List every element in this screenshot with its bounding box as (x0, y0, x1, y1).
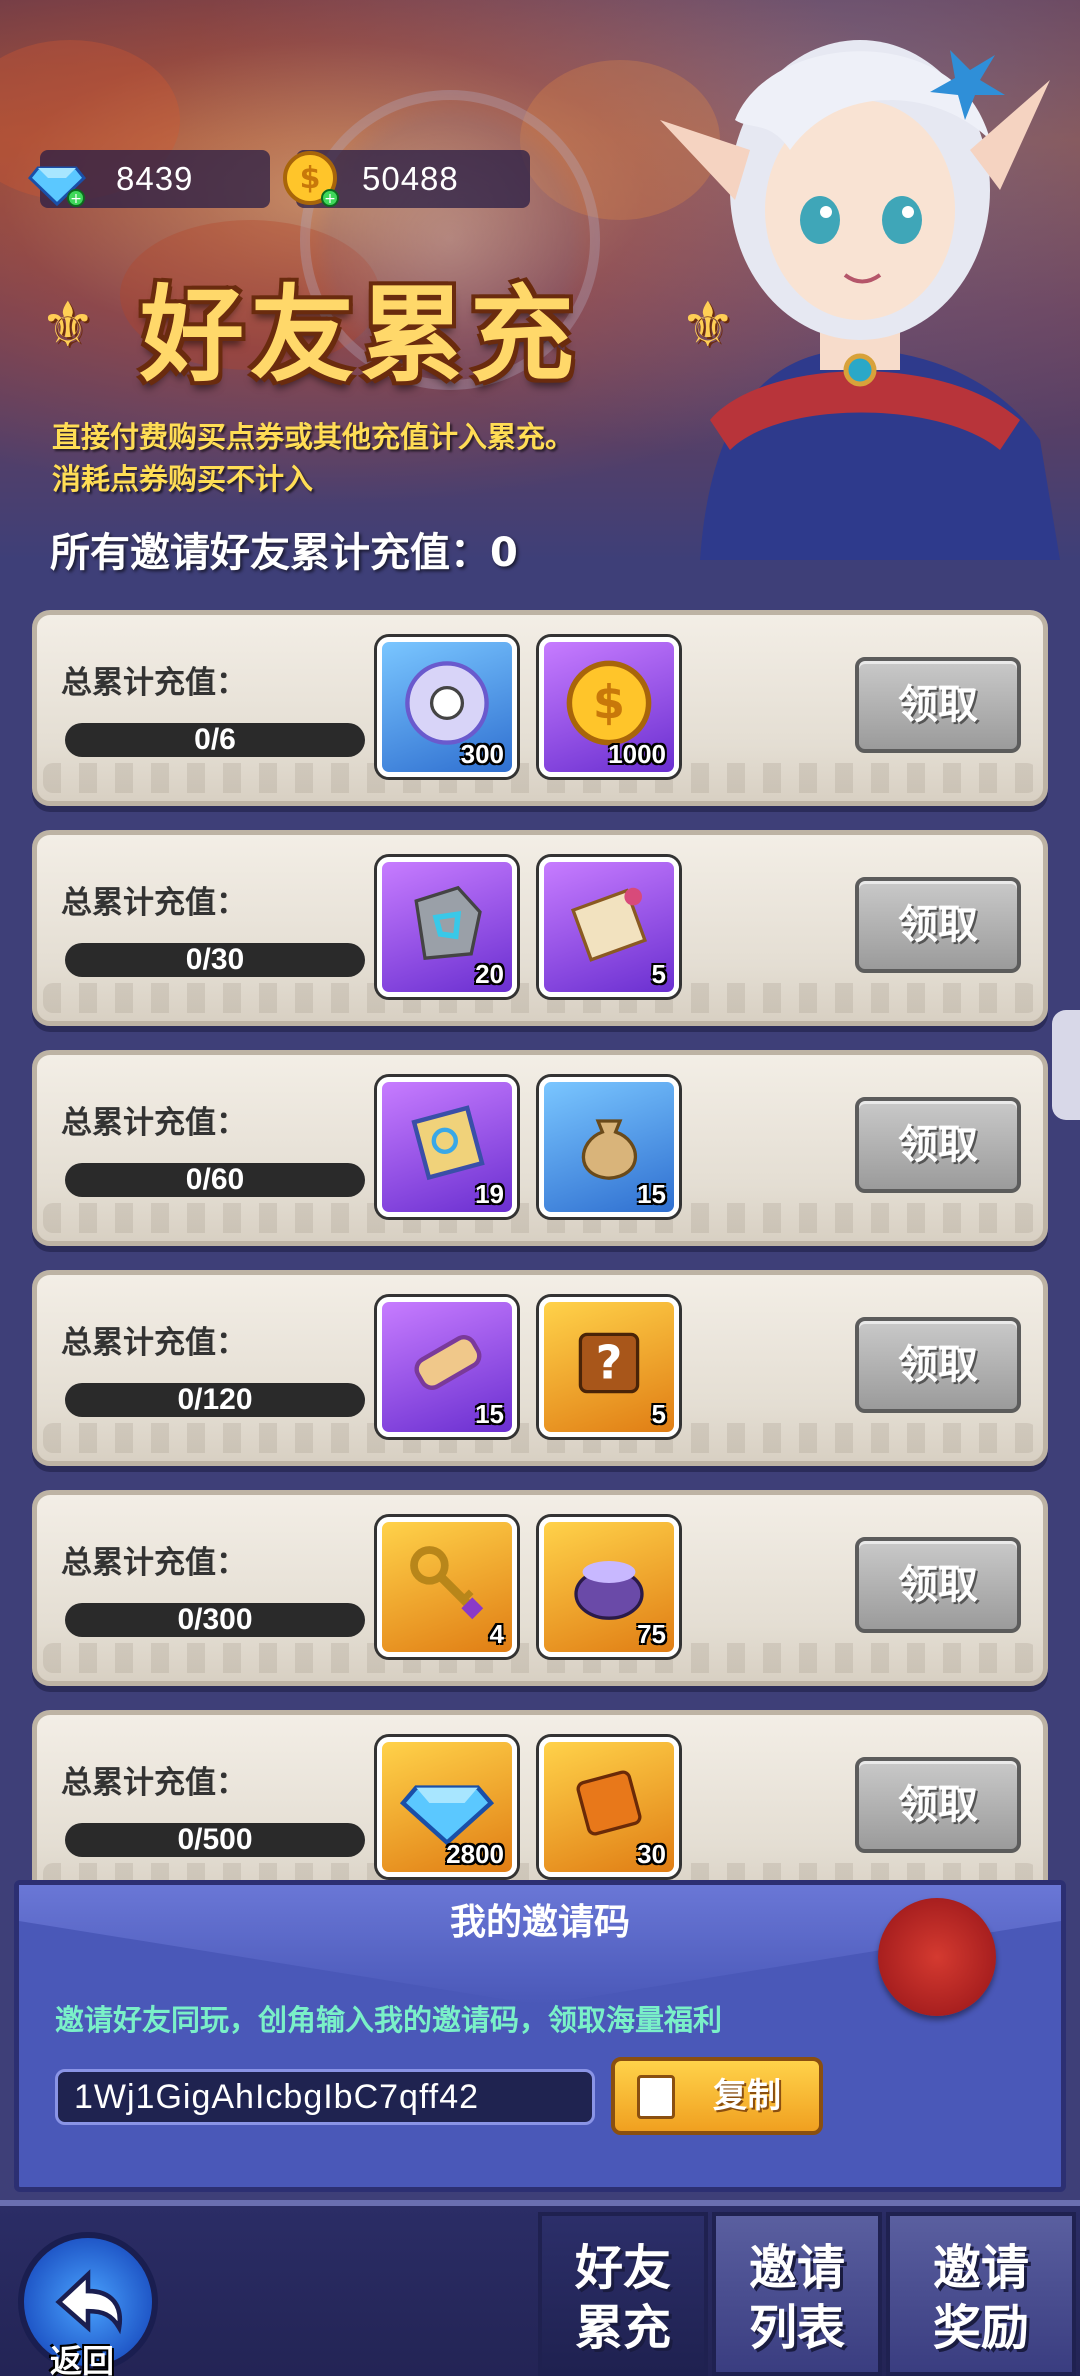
tab-label-line-2: 累充 (574, 2300, 671, 2356)
back-label: 返回 (50, 2342, 115, 2376)
item-quantity: 300 (460, 739, 504, 769)
item-quantity: 5 (651, 959, 666, 989)
progress-bar: 0/500 (65, 1823, 365, 1857)
reward-row: 总累计充值： 0/60 19 15 领取 (32, 1050, 1048, 1246)
fleur-left-icon: ⚜ (40, 288, 96, 361)
reward-item[interactable]: 15 (377, 1297, 517, 1437)
invite-code-field[interactable]: 1Wj1GigAhIcbgIbC7qff42 (55, 2069, 595, 2125)
tab-label-line-1: 邀请 (748, 2240, 845, 2296)
reward-item[interactable]: $ 1000 (539, 637, 679, 777)
reward-item[interactable]: 19 (377, 1077, 517, 1217)
svg-text:+: + (324, 191, 336, 207)
claim-button[interactable]: 领取 (855, 1097, 1021, 1193)
invite-message: 邀请好友同玩，创角输入我的邀请码，领取海量福利 (55, 2003, 723, 2037)
item-quantity: 75 (637, 1619, 666, 1649)
reward-item[interactable]: 15 (539, 1077, 679, 1217)
item-quantity: 2800 (446, 1839, 504, 1869)
coin-count: 50488 (362, 160, 459, 197)
reward-row: 总累计充值： 0/6 300 $ 1000 领取 (32, 610, 1048, 806)
row-label: 总累计充值： (61, 1105, 247, 1141)
reward-item[interactable]: 30 (539, 1737, 679, 1877)
row-label: 总累计充值： (61, 1765, 247, 1801)
claim-button[interactable]: 领取 (855, 1757, 1021, 1853)
reward-item[interactable]: 4 (377, 1517, 517, 1657)
wax-seal-icon (878, 1898, 996, 2016)
row-label: 总累计充值： (61, 1545, 247, 1581)
reward-row: 总累计充值： 0/120 15 ? 5 领取 (32, 1270, 1048, 1466)
side-edge-tab[interactable] (1052, 1010, 1080, 1120)
svg-text:?: ? (596, 1335, 623, 1389)
row-label: 总累计充值： (61, 665, 247, 701)
reward-item[interactable]: 300 (377, 637, 517, 777)
item-quantity: 1000 (608, 739, 666, 769)
claim-button[interactable]: 领取 (855, 877, 1021, 973)
item-quantity: 30 (637, 1839, 666, 1869)
progress-bar: 0/30 (65, 943, 365, 977)
row-label: 总累计充值： (61, 1325, 247, 1361)
gem-count: 8439 (116, 160, 194, 197)
copy-button[interactable]: 复制 (611, 2057, 823, 2135)
item-quantity: 20 (475, 959, 504, 989)
svg-text:+: + (70, 191, 82, 207)
tab-label-line-2: 列表 (748, 2300, 845, 2356)
description: 直接付费购买点券或其他充值计入累充。 消耗点券购买不计入 (52, 416, 672, 500)
tab-invite-list[interactable]: 邀请 列表 (712, 2212, 882, 2376)
copy-icon (637, 2075, 675, 2119)
svg-text:$: $ (300, 161, 321, 196)
reward-row: 总累计充值： 0/300 4 75 领取 (32, 1490, 1048, 1686)
reward-item[interactable]: 20 (377, 857, 517, 997)
description-line-1: 直接付费购买点券或其他充值计入累充。 (52, 420, 575, 454)
item-quantity: 15 (475, 1399, 504, 1429)
reward-item[interactable]: 75 (539, 1517, 679, 1657)
progress-bar: 0/300 (65, 1603, 365, 1637)
claim-button[interactable]: 领取 (855, 1317, 1021, 1413)
diamond-icon: + (28, 166, 86, 207)
item-quantity: 19 (475, 1179, 504, 1209)
tab-label-line-2: 奖励 (932, 2300, 1029, 2356)
item-quantity: 5 (651, 1399, 666, 1429)
claim-button[interactable]: 领取 (855, 657, 1021, 753)
progress-bar: 0/60 (65, 1163, 365, 1197)
reward-row: 总累计充值： 0/30 20 5 领取 (32, 830, 1048, 1026)
tab-label-line-1: 好友 (574, 2240, 671, 2296)
reward-row: 总累计充值： 0/500 2800 30 领取 (32, 1710, 1048, 1906)
row-label: 总累计充值： (61, 885, 247, 921)
description-line-2: 消耗点券购买不计入 (52, 462, 314, 496)
reward-item[interactable]: ? 5 (539, 1297, 679, 1437)
tab-label-line-1: 邀请 (932, 2240, 1029, 2296)
item-quantity: 15 (637, 1179, 666, 1209)
fleur-right-icon: ⚜ (680, 288, 736, 361)
svg-text:$: $ (593, 675, 625, 729)
claim-button[interactable]: 领取 (855, 1537, 1021, 1633)
reward-item[interactable]: 2800 (377, 1737, 517, 1877)
reward-item[interactable]: 5 (539, 857, 679, 997)
page-title: 好友累充 (140, 273, 581, 396)
copy-label: 复制 (713, 2076, 781, 2116)
progress-bar: 0/6 (65, 723, 365, 757)
total-recharge-label: 所有邀请好友累计充值：0 (50, 530, 518, 576)
item-quantity: 4 (489, 1619, 504, 1649)
progress-bar: 0/120 (65, 1383, 365, 1417)
tab-friend-recharge[interactable]: 好友 累充 (538, 2212, 708, 2376)
title-banner: ⚜ 好友累充 ⚜ (40, 250, 760, 396)
tab-invite-rewards[interactable]: 邀请 奖励 (886, 2212, 1076, 2376)
gold-coin-icon: $ + (283, 151, 339, 207)
